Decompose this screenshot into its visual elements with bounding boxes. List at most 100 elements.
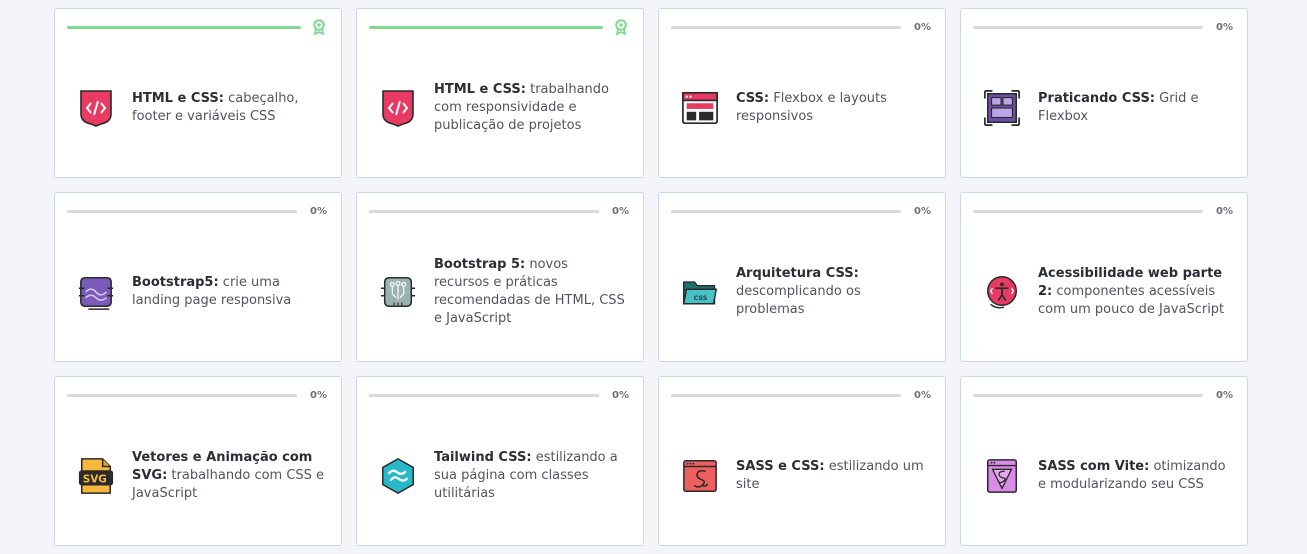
completed-badge-icon	[311, 19, 327, 35]
course-title: Acessibilidade web parte 2: componentes …	[1038, 265, 1231, 319]
course-title-highlight: HTML e CSS:	[132, 91, 224, 106]
course-title-highlight: Bootstrap 5:	[434, 257, 526, 272]
course-title-highlight: HTML e CSS:	[434, 82, 526, 97]
svg-text:SVG: SVG	[83, 474, 107, 486]
course-content: HTML e CSS: cabeçalho, footer e variávei…	[77, 39, 325, 177]
progress-percent: 0%	[310, 205, 327, 217]
progress-percent: 0%	[1216, 205, 1233, 217]
course-title: SASS e CSS: estilizando um site	[736, 458, 929, 494]
course-title-highlight: SASS e CSS:	[736, 459, 825, 474]
progress-bar	[671, 209, 901, 213]
course-content: SASS com Vite: otimizando e modularizand…	[983, 407, 1231, 545]
progress-row: 0%	[67, 388, 327, 402]
course-card[interactable]: 0% CSS Arquitetura CSS: descomplicando o…	[658, 192, 946, 362]
course-content: SVG Vetores e Animação com SVG: trabalha…	[77, 407, 325, 545]
course-title-highlight: Tailwind CSS:	[434, 450, 532, 465]
progress-percent: 0%	[310, 389, 327, 401]
course-content: CSS Arquitetura CSS: descomplicando os p…	[681, 223, 929, 361]
progress-percent: 0%	[914, 21, 931, 33]
progress-bar	[369, 25, 603, 29]
progress-row: 0%	[973, 388, 1233, 402]
course-title: Arquitetura CSS: descomplicando os probl…	[736, 265, 929, 319]
course-title: CSS: Flexbox e layouts responsivos	[736, 90, 929, 126]
svg-file-icon: SVG	[77, 456, 115, 496]
course-title: Vetores e Animação com SVG: trabalhando …	[132, 449, 325, 503]
progress-row: 0%	[369, 204, 629, 218]
course-card[interactable]: 0% Bootstrap5: crie uma landing page res…	[54, 192, 342, 362]
course-content: Tailwind CSS: estilizando a sua página c…	[379, 407, 627, 545]
tailwind-icon	[379, 456, 417, 496]
course-card[interactable]: 0% Tailwind CSS: estilizando a sua págin…	[356, 376, 644, 546]
progress-bar	[671, 393, 901, 397]
progress-row	[67, 19, 327, 35]
progress-fill	[369, 25, 603, 29]
svg-text:CSS: CSS	[694, 295, 708, 302]
progress-row: 0%	[671, 204, 931, 218]
progress-bar	[973, 25, 1203, 29]
progress-row: 0%	[671, 388, 931, 402]
progress-bar	[369, 209, 599, 213]
course-content: Acessibilidade web parte 2: componentes …	[983, 223, 1231, 361]
completed-badge-icon	[613, 19, 629, 35]
course-grid: HTML e CSS: cabeçalho, footer e variávei…	[54, 8, 1248, 546]
bootstrap-circuit-icon	[379, 272, 417, 312]
progress-percent: 0%	[1216, 389, 1233, 401]
course-title: Praticando CSS: Grid e Flexbox	[1038, 90, 1231, 126]
progress-bar	[67, 25, 301, 29]
course-title: SASS com Vite: otimizando e modularizand…	[1038, 458, 1231, 494]
course-card[interactable]: HTML e CSS: cabeçalho, footer e variávei…	[54, 8, 342, 178]
progress-fill	[67, 25, 301, 29]
course-content: Bootstrap5: crie uma landing page respon…	[77, 223, 325, 361]
course-title-rest: componentes acessíveis com um pouco de J…	[1038, 284, 1225, 317]
course-title-highlight: Praticando CSS:	[1038, 91, 1155, 106]
sass-window-icon	[681, 456, 719, 496]
progress-row: 0%	[369, 388, 629, 402]
course-card[interactable]: 0% SASS e CSS: estilizando um site	[658, 376, 946, 546]
course-title-highlight: Arquitetura CSS:	[736, 266, 859, 281]
progress-row	[369, 19, 629, 35]
course-content: HTML e CSS: trabalhando com responsivida…	[379, 39, 627, 177]
course-title-highlight: CSS:	[736, 91, 770, 106]
progress-row: 0%	[973, 204, 1233, 218]
course-content: Praticando CSS: Grid e Flexbox	[983, 39, 1231, 177]
course-card[interactable]: HTML e CSS: trabalhando com responsivida…	[356, 8, 644, 178]
sass-vite-icon	[983, 456, 1021, 496]
course-title: Bootstrap5: crie uma landing page respon…	[132, 274, 325, 310]
progress-bar	[369, 393, 599, 397]
course-title: Tailwind CSS: estilizando a sua página c…	[434, 449, 627, 503]
accessibility-icon	[983, 272, 1021, 312]
progress-row: 0%	[973, 20, 1233, 34]
progress-row: 0%	[671, 20, 931, 34]
course-card[interactable]: 0% SASS com Vite: otimizando e modulariz…	[960, 376, 1248, 546]
css-folder-icon: CSS	[681, 272, 719, 312]
progress-percent: 0%	[612, 389, 629, 401]
html-css-icon	[379, 88, 417, 128]
course-content: Bootstrap 5: novos recursos e práticas r…	[379, 223, 627, 361]
course-content: SASS e CSS: estilizando um site	[681, 407, 929, 545]
progress-bar	[973, 393, 1203, 397]
progress-row: 0%	[67, 204, 327, 218]
course-card[interactable]: 0% Acessibilidade web parte 2: component…	[960, 192, 1248, 362]
html-css-icon	[77, 88, 115, 128]
progress-percent: 0%	[914, 389, 931, 401]
course-title-highlight: Bootstrap5:	[132, 275, 219, 290]
css-grid-icon	[983, 88, 1021, 128]
progress-percent: 0%	[1216, 21, 1233, 33]
course-card[interactable]: 0% CSS: Flexbox e layouts responsivos	[658, 8, 946, 178]
flexbox-layout-icon	[681, 88, 719, 128]
course-title: HTML e CSS: cabeçalho, footer e variávei…	[132, 90, 325, 126]
course-card[interactable]: 0% SVG Vetores e Animação com SVG: traba…	[54, 376, 342, 546]
progress-percent: 0%	[612, 205, 629, 217]
course-card[interactable]: 0% Bootstrap 5: novos recursos e prática…	[356, 192, 644, 362]
bootstrap-landing-icon	[77, 272, 115, 312]
progress-bar	[671, 25, 901, 29]
course-title: Bootstrap 5: novos recursos e práticas r…	[434, 256, 627, 328]
progress-bar	[973, 209, 1203, 213]
progress-bar	[67, 209, 297, 213]
course-title-rest: descomplicando os problemas	[736, 284, 861, 317]
progress-percent: 0%	[914, 205, 931, 217]
course-card[interactable]: 0% Praticando CSS: Grid e Flexbox	[960, 8, 1248, 178]
course-title: HTML e CSS: trabalhando com responsivida…	[434, 81, 627, 135]
course-content: CSS: Flexbox e layouts responsivos	[681, 39, 929, 177]
progress-bar	[67, 393, 297, 397]
